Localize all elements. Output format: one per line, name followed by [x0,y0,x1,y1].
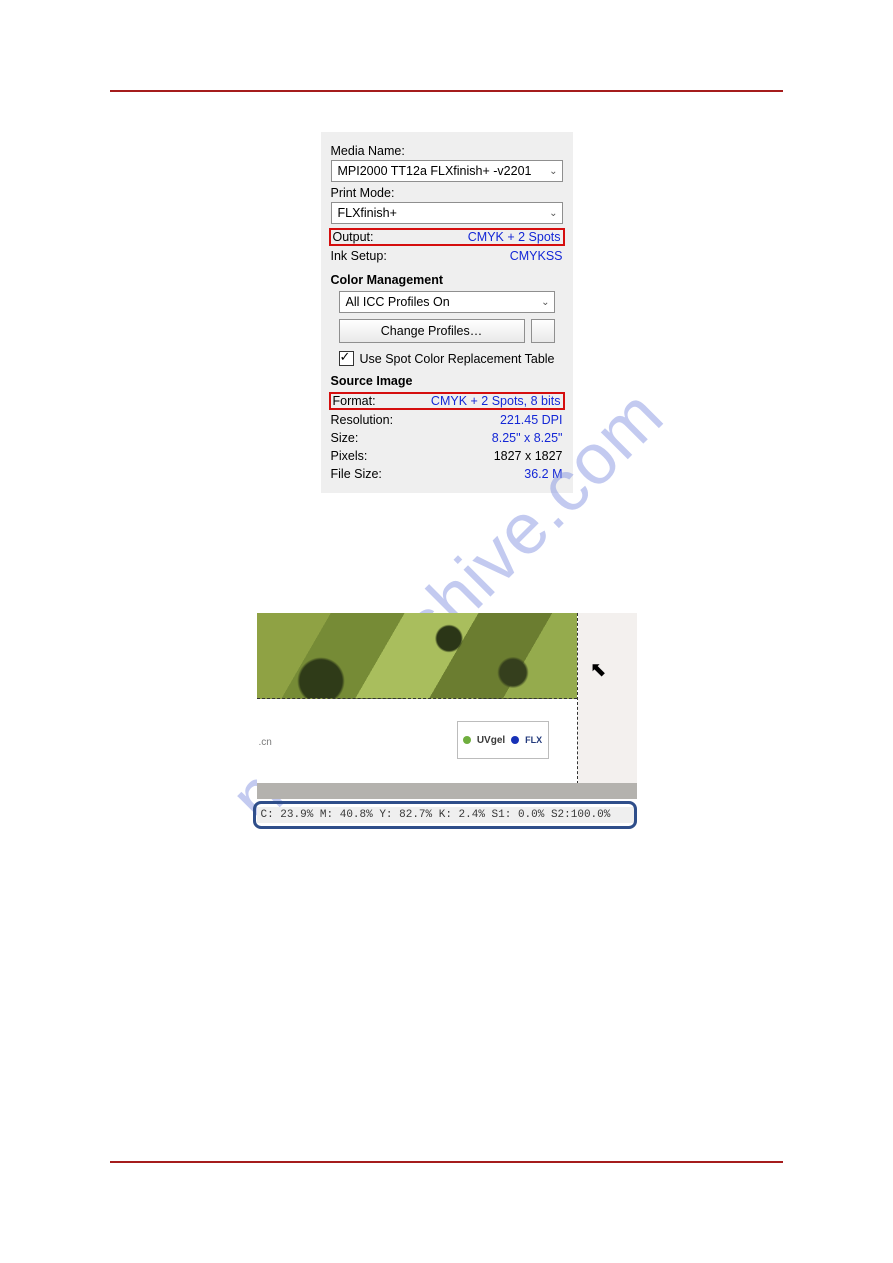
resolution-value: 221.45 DPI [500,413,563,427]
resolution-row: Resolution: 221.45 DPI [331,411,563,429]
filesize-value: 36.2 M [524,467,562,481]
bottom-divider [110,1161,783,1163]
inksetup-row: Ink Setup: CMYKSS [331,247,563,265]
pixels-row: Pixels: 1827 x 1827 [331,447,563,465]
format-value: CMYK + 2 Spots, 8 bits [431,394,561,408]
chevron-down-icon: ⌄ [549,208,557,219]
dot-icon [511,736,519,744]
color-management-header: Color Management [331,273,563,287]
pixels-label: Pixels: [331,449,368,463]
resolution-label: Resolution: [331,413,394,427]
change-profiles-label: Change Profiles… [381,324,482,338]
spot-color-label: Use Spot Color Replacement Table [360,352,555,366]
output-label: Output: [333,230,374,244]
dot-icon [463,736,471,744]
change-profiles-button[interactable]: Change Profiles… [339,319,525,343]
source-image-header: Source Image [331,374,563,388]
settings-panel: Media Name: MPI2000 TT12a FLXfinish+ -v2… [321,132,573,493]
size-row: Size: 8.25" x 8.25" [331,429,563,447]
flx-logo: FLX [525,735,542,745]
format-label: Format: [333,394,376,408]
cursor-icon: ⬉ [590,657,607,682]
preview-screenshot: .cn UVgel FLX ⬉ C: 23.9% M: 40.8% Y: 82.… [257,613,637,823]
profiles-options-button[interactable] [531,319,555,343]
icc-profiles-value: All ICC Profiles On [346,295,450,309]
filesize-row: File Size: 36.2 M [331,465,563,483]
format-row: Format: CMYK + 2 Spots, 8 bits [329,392,565,410]
uvgel-logo: UVgel [477,735,505,746]
chevron-down-icon: ⌄ [549,166,557,177]
document-preview: .cn UVgel FLX [257,613,578,784]
cn-text: .cn [259,737,272,748]
spot-color-checkbox-row[interactable]: Use Spot Color Replacement Table [339,351,555,366]
leaf-image [257,613,577,699]
print-mode-label: Print Mode: [331,186,563,200]
print-mode-dropdown[interactable]: FLXfinish+ ⌄ [331,202,563,224]
filesize-label: File Size: [331,467,382,481]
canvas-area: .cn UVgel FLX ⬉ [257,613,637,799]
media-name-dropdown[interactable]: MPI2000 TT12a FLXfinish+ -v2201 ⌄ [331,160,563,182]
output-value: CMYK + 2 Spots [468,230,561,244]
media-name-label: Media Name: [331,144,563,158]
inksetup-label: Ink Setup: [331,249,387,263]
logo-box: UVgel FLX [457,721,549,759]
media-name-value: MPI2000 TT12a FLXfinish+ -v2201 [338,164,532,178]
output-row: Output: CMYK + 2 Spots [329,228,565,246]
color-values-status: C: 23.9% M: 40.8% Y: 82.7% K: 2.4% S1: 0… [257,807,637,823]
top-divider [110,90,783,92]
inksetup-value: CMYKSS [510,249,563,263]
checkbox-checked-icon [339,351,354,366]
icc-profiles-dropdown[interactable]: All ICC Profiles On ⌄ [339,291,555,313]
size-label: Size: [331,431,359,445]
print-mode-value: FLXfinish+ [338,206,397,220]
chevron-down-icon: ⌄ [541,297,549,308]
size-value: 8.25" x 8.25" [492,431,563,445]
pixels-value: 1827 x 1827 [494,449,563,463]
